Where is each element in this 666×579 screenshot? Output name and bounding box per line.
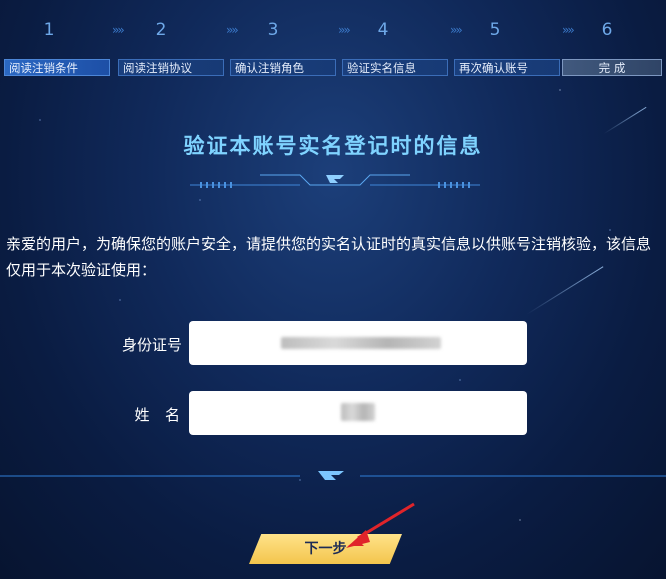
- step-number: 2: [155, 20, 167, 40]
- logo-icon: [326, 175, 344, 183]
- page-title: 验证本账号实名登记时的信息: [183, 134, 483, 158]
- id-number-label: 身份证号: [121, 336, 182, 354]
- section-divider: [0, 471, 666, 480]
- masked-name-value: [341, 403, 375, 421]
- name-label: 姓 名: [134, 406, 182, 424]
- logo-icon: [318, 471, 344, 480]
- step-arrows-icon: »»: [112, 23, 125, 37]
- step-number: 6: [601, 20, 613, 40]
- step-number: 1: [43, 20, 55, 40]
- step-label: 确认注销角色: [230, 59, 336, 76]
- step-arrows-icon: »»: [562, 23, 575, 37]
- id-number-input[interactable]: [189, 321, 527, 365]
- step-progress: 1 »» 阅读注销条件 2 »» 阅读注销协议 3 »» 确认注销角色 4 »»…: [0, 18, 666, 80]
- step-number: 5: [489, 20, 501, 40]
- name-input[interactable]: [189, 391, 527, 435]
- step-label: 再次确认账号: [454, 59, 560, 76]
- step-arrows-icon: »»: [450, 23, 463, 37]
- name-row: 姓 名: [0, 391, 666, 437]
- step-label: 阅读注销条件: [4, 59, 110, 76]
- step-number: 4: [377, 20, 389, 40]
- step-label: 阅读注销协议: [118, 59, 224, 76]
- step-arrows-icon: »»: [338, 23, 351, 37]
- masked-id-value: [281, 337, 441, 349]
- step-arrows-icon: »»: [226, 23, 239, 37]
- id-number-row: 身份证号: [0, 321, 666, 367]
- instruction-text: 亲爱的用户，为确保您的账户安全，请提供您的实名认证时的真实信息以供账号注销核验，…: [6, 235, 652, 279]
- title-ornament: [190, 174, 480, 188]
- step-number: 3: [267, 20, 279, 40]
- step-label: 完 成: [562, 59, 662, 76]
- red-arrow-annotation-icon: [346, 502, 415, 548]
- step-label: 验证实名信息: [342, 59, 448, 76]
